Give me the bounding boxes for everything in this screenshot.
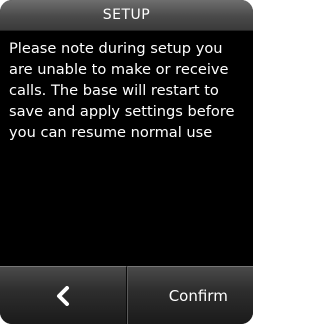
back-chevron-icon	[56, 286, 70, 306]
confirm-button-label: Confirm	[168, 287, 228, 305]
phone-screen: SETUP Please note during setup you are u…	[0, 0, 253, 324]
setup-notice-text: Please note during setup you are unable …	[9, 40, 235, 141]
back-button[interactable]	[0, 266, 127, 324]
title-bar: SETUP	[0, 0, 253, 31]
confirm-button[interactable]: Confirm	[126, 266, 253, 324]
softkey-bar: Confirm	[0, 266, 253, 324]
page-title: SETUP	[102, 7, 151, 23]
